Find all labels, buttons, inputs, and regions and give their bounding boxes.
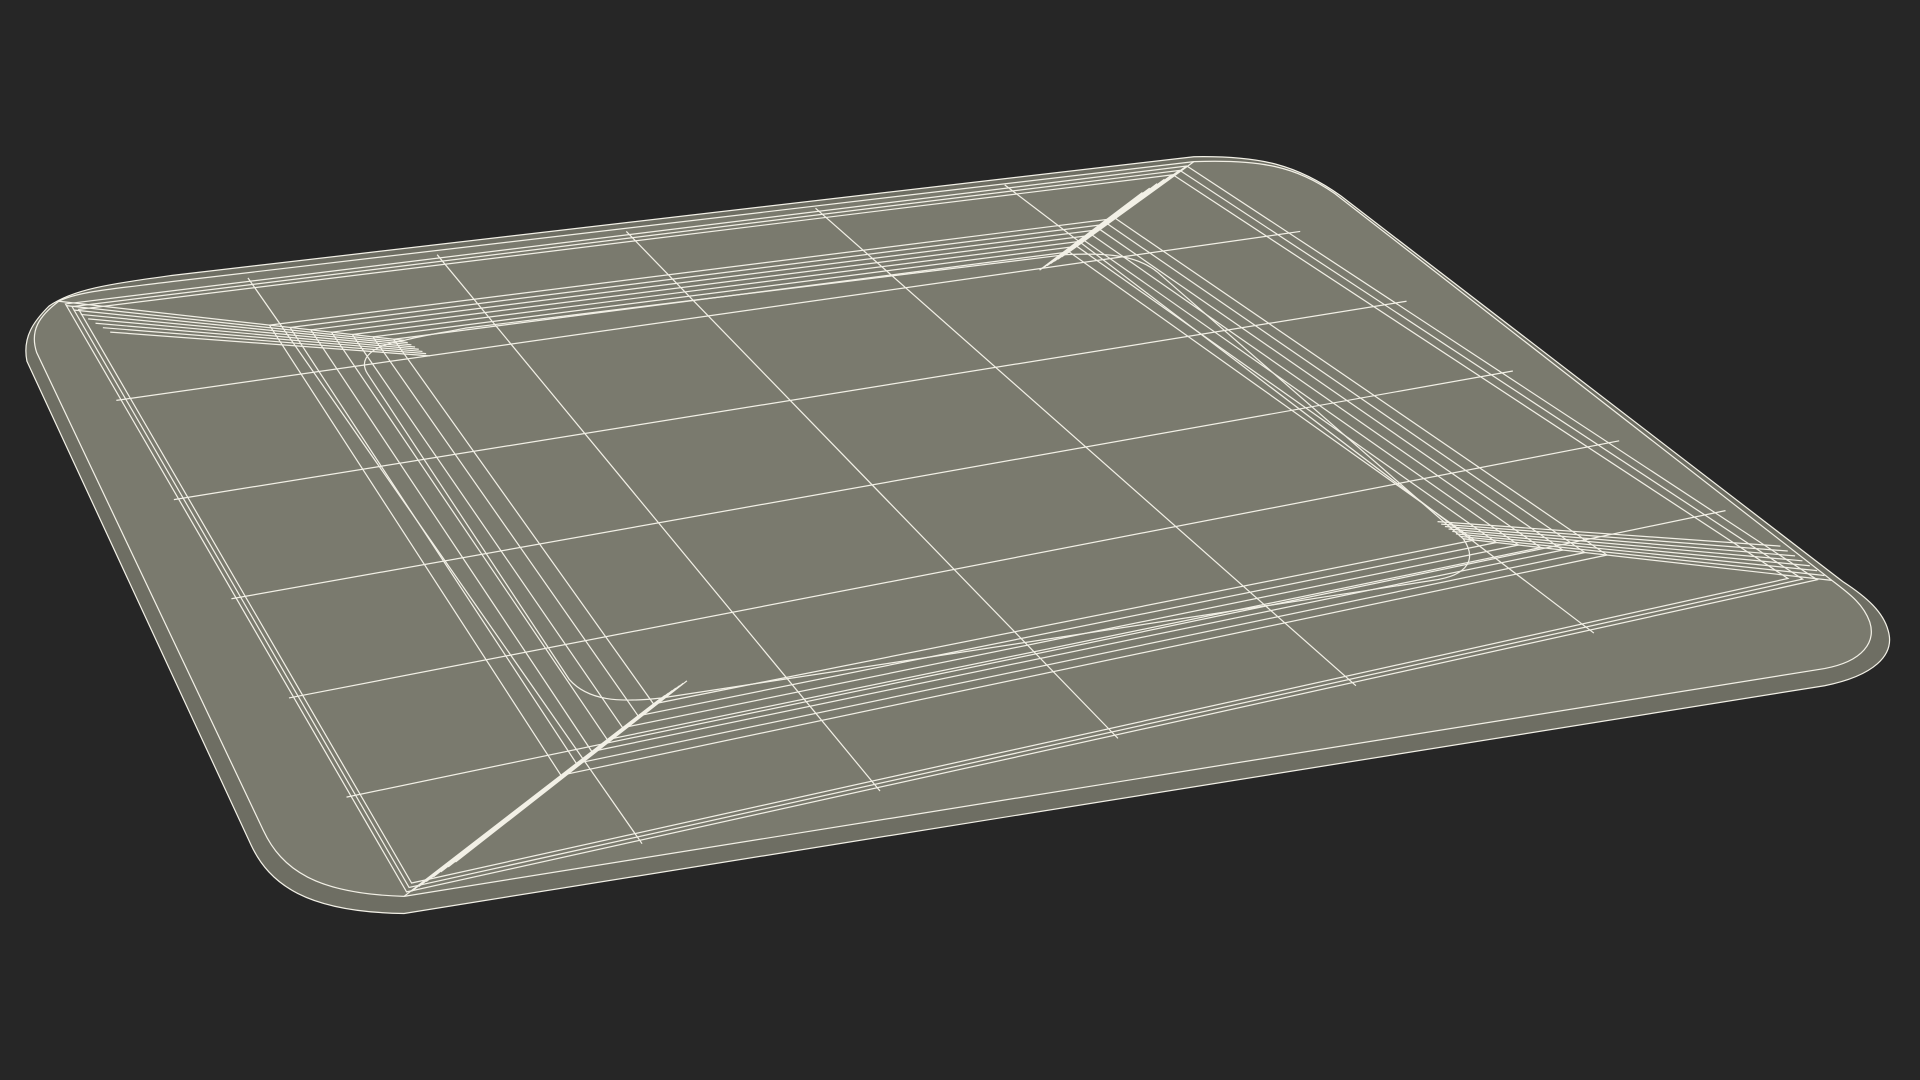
- plate-wireframe-render: [25, 156, 1891, 915]
- render-viewport: [0, 0, 1920, 1080]
- square-plate-model: [25, 156, 1891, 915]
